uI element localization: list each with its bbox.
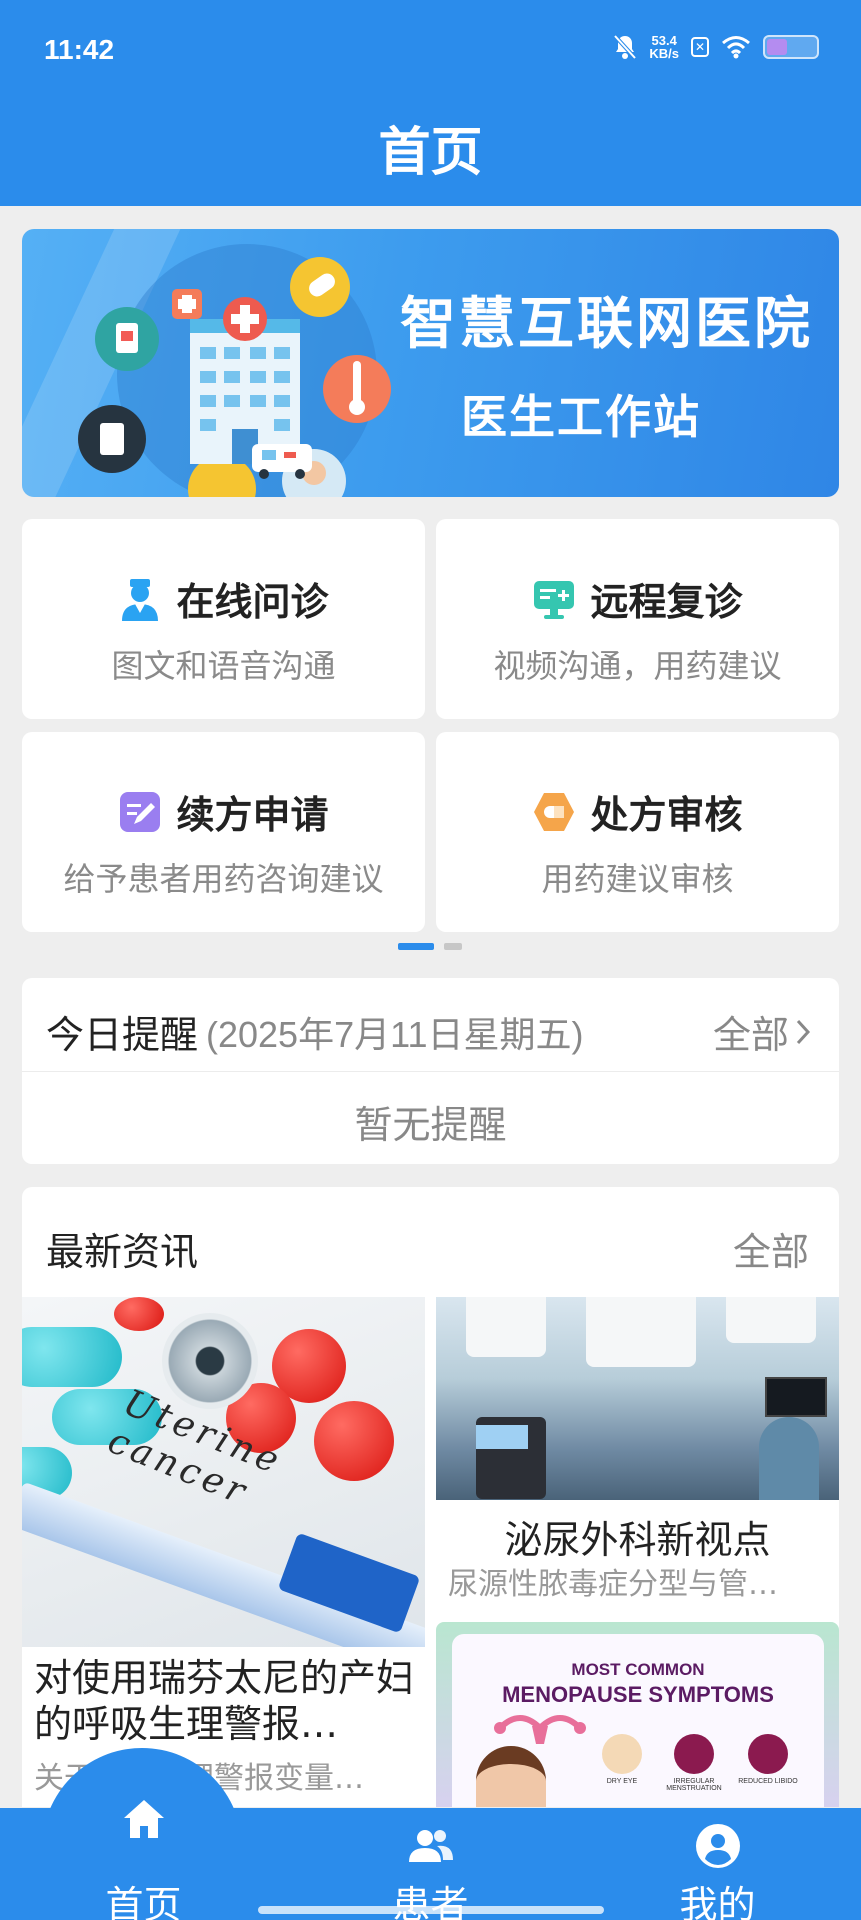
- reminder-all-label: 全部: [712, 1013, 789, 1057]
- mute-bell-icon: [613, 34, 637, 60]
- service-pager[interactable]: [398, 943, 462, 950]
- service-title-row: 处方审核: [436, 784, 839, 839]
- battery-icon: [763, 35, 819, 59]
- tab-patients[interactable]: 患者: [287, 1808, 574, 1920]
- symptom-label: DRY EYE: [606, 1778, 638, 1785]
- uterus-icon: [494, 1715, 586, 1744]
- news-all-link[interactable]: 全部: [733, 1221, 809, 1276]
- network-speed: 53.4 KB/s: [649, 34, 679, 60]
- tab-profile[interactable]: 我的: [574, 1808, 861, 1920]
- pager-dot[interactable]: [444, 943, 462, 950]
- news-item[interactable]: 泌尿外科新视点 尿源性脓毒症分型与管…: [436, 1297, 839, 1609]
- hospital-illustration-icon: [78, 257, 391, 497]
- app-header: 首页: [0, 100, 861, 206]
- woman-illustration: [476, 1746, 546, 1807]
- edit-note-icon: [120, 791, 161, 832]
- news-image-text-line1: MOST COMMON: [571, 1660, 705, 1679]
- tab-label: 首页: [105, 1883, 182, 1920]
- today-reminder-card: 今日提醒 (2025年7月11日星期五) 全部 暂无提醒: [22, 978, 839, 1164]
- surgery-light-decoration: [726, 1297, 816, 1343]
- profile-icon: [695, 1824, 740, 1868]
- news-item[interactable]: MOST COMMON MENOPAUSE SYMPTOMS DRY EYE I…: [436, 1622, 839, 1807]
- service-title: 续方申请: [176, 793, 329, 837]
- home-icon: [123, 1800, 164, 1838]
- reminder-all-link[interactable]: 全部: [713, 1004, 811, 1059]
- service-title-row: 远程复诊: [436, 571, 839, 626]
- reminder-empty-text: 暂无提醒: [354, 1103, 507, 1147]
- banner-title: 智慧互联网医院: [400, 292, 813, 357]
- news-image-text-line2: MENOPAUSE SYMPTOMS: [502, 1682, 774, 1707]
- patients-icon: [408, 1830, 453, 1862]
- service-title-row: 在线问诊: [22, 571, 425, 626]
- service-title-row: 续方申请: [22, 784, 425, 839]
- status-time: 11:42: [44, 34, 115, 65]
- menstruation-icon: [674, 1734, 714, 1774]
- service-description: 视频沟通，用药建议: [493, 647, 782, 685]
- wifi-icon: [722, 36, 750, 59]
- page-title: 首页: [378, 123, 483, 183]
- banner-subtitle: 医生工作站: [461, 390, 701, 444]
- service-prescription-review[interactable]: 处方审核 用药建议审核: [436, 732, 839, 932]
- symptom-label: REDUCED LIBIDO: [738, 1778, 798, 1785]
- news-image-surgery: [436, 1297, 839, 1500]
- tab-label: 我的: [679, 1883, 756, 1920]
- battery-level: [767, 39, 787, 55]
- news-image-uterine-cancer: Uterine cancer: [22, 1297, 425, 1647]
- service-title: 远程复诊: [590, 580, 743, 624]
- network-speed-unit: KB/s: [649, 46, 679, 61]
- home-indicator[interactable]: [258, 1906, 604, 1914]
- divider: [22, 1071, 839, 1072]
- service-remote-followup[interactable]: 远程复诊 视频沟通，用药建议: [436, 519, 839, 719]
- surgery-monitor-decoration: [765, 1377, 827, 1417]
- surgery-robot-screen: [476, 1425, 528, 1449]
- news-title: 泌尿外科新视点: [504, 1518, 771, 1562]
- service-description: 图文和语音沟通: [111, 647, 336, 685]
- pager-dot-active[interactable]: [398, 943, 434, 950]
- reminder-date: (2025年7月11日星期五): [206, 1014, 584, 1055]
- reminder-label: 今日提醒: [46, 1013, 199, 1057]
- chevron-right-icon: [796, 1019, 811, 1044]
- surgery-light-decoration: [586, 1297, 696, 1367]
- dry-eye-icon: [602, 1734, 642, 1774]
- service-title: 处方审核: [590, 793, 743, 837]
- bottom-tab-bar: 首页 患者 我的: [0, 1800, 861, 1920]
- status-icons: 53.4 KB/s ✕: [613, 34, 819, 60]
- doctor-icon: [122, 578, 159, 621]
- news-subtitle: 尿源性脓毒症分型与管…: [448, 1567, 778, 1602]
- service-description: 给予患者用药咨询建议: [63, 860, 384, 898]
- news-item[interactable]: Uterine cancer 对使用瑞芬太尼的产妇的呼吸生理警报… 关于呼吸生理…: [22, 1297, 425, 1807]
- tab-home[interactable]: 首页: [0, 1800, 287, 1920]
- service-prescription-renewal[interactable]: 续方申请 给予患者用药咨询建议: [22, 732, 425, 932]
- news-title: 对使用瑞芬太尼的产妇的呼吸生理警报…: [34, 1656, 415, 1746]
- news-image-menopause: MOST COMMON MENOPAUSE SYMPTOMS DRY EYE I…: [452, 1634, 824, 1807]
- hospital-banner[interactable]: 智慧互联网医院 医生工作站: [22, 229, 839, 497]
- surgery-light-decoration: [466, 1297, 546, 1357]
- service-title: 在线问诊: [176, 580, 329, 624]
- status-bar: 11:42 53.4 KB/s ✕: [0, 0, 861, 100]
- sim-x-icon: ✕: [691, 37, 709, 57]
- monitor-plus-icon: [534, 580, 575, 619]
- news-label: 最新资讯: [46, 1230, 199, 1274]
- libido-icon: [748, 1734, 788, 1774]
- service-online-consultation[interactable]: 在线问诊 图文和语音沟通: [22, 519, 425, 719]
- symptom-label: IRREGULAR MENSTRUATION: [666, 1778, 722, 1792]
- surgeon-decoration: [759, 1417, 819, 1500]
- pill-hexagon-icon: [534, 792, 575, 831]
- service-description: 用药建议审核: [541, 860, 734, 898]
